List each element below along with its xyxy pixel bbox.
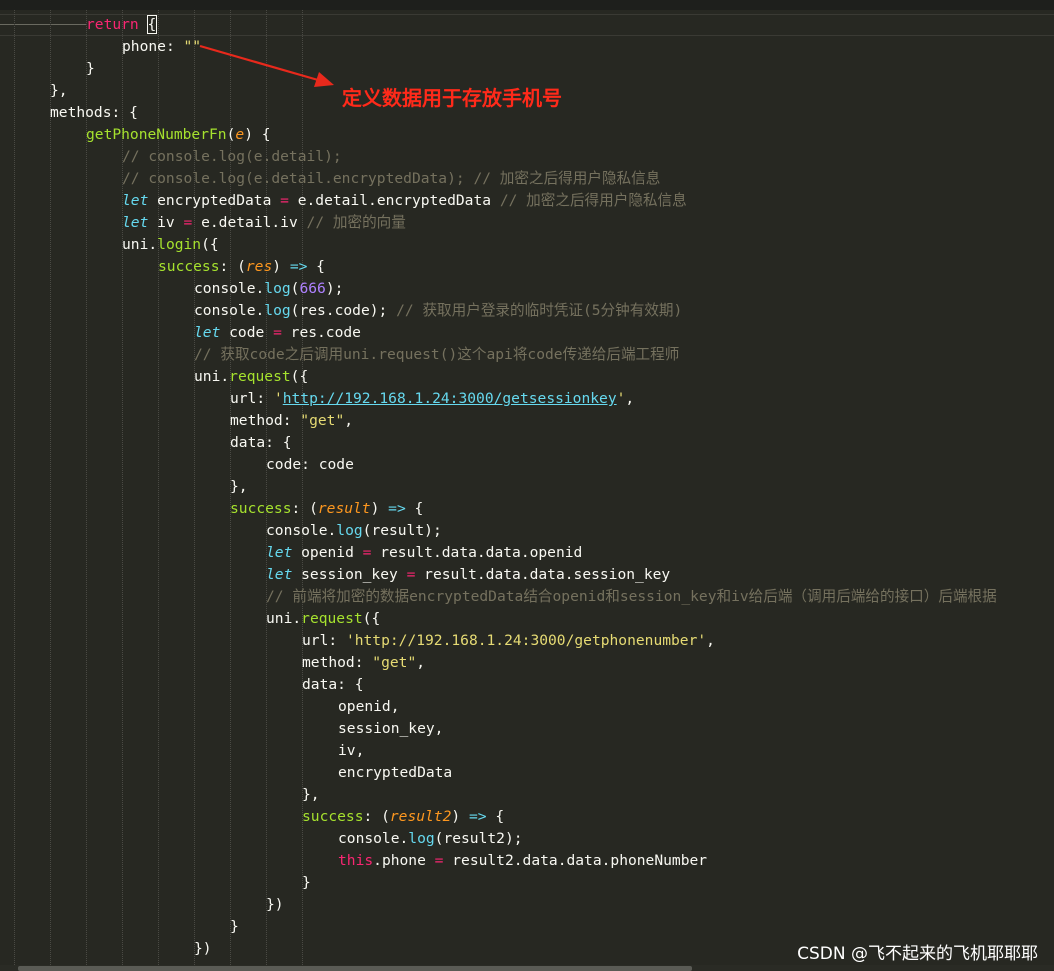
annotation-label: 定义数据用于存放手机号 <box>342 86 562 110</box>
watermark: CSDN @飞不起来的飞机耶耶耶 <box>797 944 1038 964</box>
code-editor[interactable]: return {phone: ""}}, methods: {getPhoneNu… <box>0 0 1054 971</box>
annotation-arrow-icon <box>199 44 334 87</box>
horizontal-scrollbar-thumb[interactable] <box>18 966 692 971</box>
